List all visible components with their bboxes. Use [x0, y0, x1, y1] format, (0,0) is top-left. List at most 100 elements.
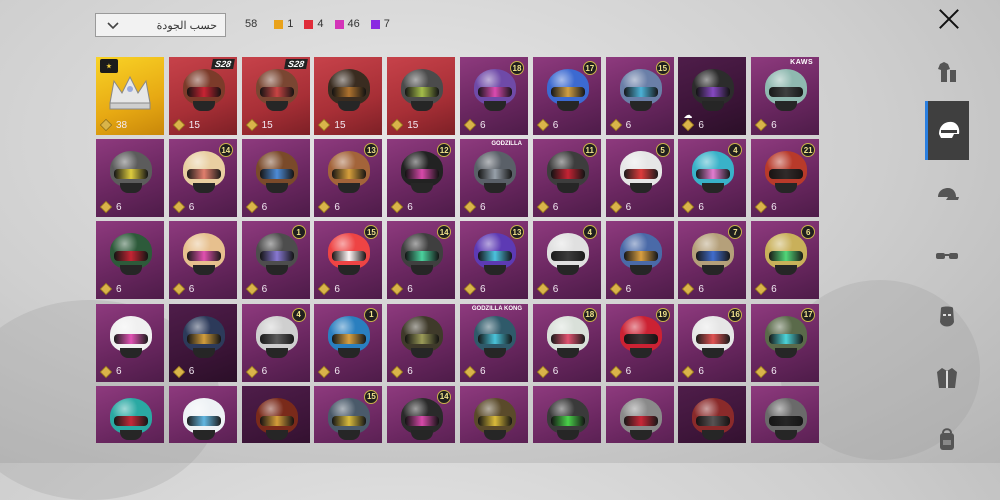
helmet-item[interactable]: 15	[387, 57, 456, 135]
helmet-item[interactable]: 16	[241, 221, 310, 300]
coin-icon	[609, 118, 622, 132]
sort-dropdown[interactable]: حسب الجودة	[95, 13, 226, 37]
coin-icon	[463, 118, 477, 132]
outfit-tab[interactable]	[925, 43, 969, 102]
hat-tab[interactable]	[925, 165, 969, 224]
helmet-icon	[938, 121, 959, 138]
helmet-item[interactable]	[241, 385, 310, 443]
helmet-icon	[108, 396, 154, 442]
helmet-item[interactable]: 18 6	[459, 57, 528, 135]
coin-icon	[755, 201, 768, 214]
coin-icon	[245, 365, 258, 378]
coin-icon	[172, 201, 185, 214]
item-cost: 6	[391, 201, 413, 214]
helmet-icon	[181, 396, 227, 442]
helmet-item[interactable]	[678, 385, 747, 443]
helmet-item[interactable]: 18 6	[532, 303, 601, 382]
helmet-item[interactable]: 15 6	[314, 221, 383, 300]
coin-icon	[318, 118, 331, 132]
coin-icon	[245, 118, 258, 132]
item-cost-value: 6	[407, 283, 413, 295]
helmet-item[interactable]: 14	[387, 385, 456, 443]
helmet-item[interactable]: 13 6	[314, 139, 383, 218]
level-badge: 4	[728, 143, 743, 158]
helmet-item[interactable]: 6	[168, 303, 237, 382]
helmet-item[interactable]: 15	[314, 57, 383, 135]
helmet-icon	[399, 396, 445, 442]
backpack-tab[interactable]	[925, 409, 969, 468]
close-icon[interactable]	[937, 7, 961, 31]
helmet-item[interactable]: 46	[532, 221, 601, 300]
helmet-item[interactable]	[532, 385, 601, 443]
level-badge: 18	[509, 61, 524, 75]
helmet-item[interactable]: GODZILLA 6	[459, 139, 528, 218]
helmet-item[interactable]: 17 6	[532, 57, 601, 135]
helmet-item[interactable]: GODZILLA KONG 6	[459, 303, 528, 382]
helmet-item[interactable]: 11 6	[532, 139, 601, 218]
helmet-item[interactable]: 76	[678, 221, 747, 300]
helmet-item[interactable]	[96, 385, 164, 443]
helmet-item[interactable]: 6	[241, 139, 310, 218]
helmet-item[interactable]: 13 6	[459, 221, 528, 300]
item-cost-value: 6	[407, 201, 413, 213]
item-cost: 6	[245, 201, 267, 214]
helmet-item[interactable]: 46	[241, 303, 310, 382]
level-badge: 4	[582, 225, 597, 240]
helmet-item[interactable]: 15	[314, 385, 383, 443]
helmet-item[interactable]: 16	[314, 303, 383, 382]
helmet-icon	[618, 396, 664, 442]
helmet-icon	[254, 67, 300, 113]
helmet-item[interactable]: 14 6	[387, 221, 456, 300]
coin-icon	[609, 365, 622, 378]
helmet-item[interactable]: 6	[96, 303, 164, 382]
helmet-item[interactable]: ☁ 6	[678, 57, 747, 135]
item-cost-value: 6	[479, 119, 486, 131]
helmet-item[interactable]: 56	[605, 139, 674, 218]
helmet-tab[interactable]	[925, 101, 969, 160]
helmet-item[interactable]: 6	[387, 303, 456, 382]
helmet-item[interactable]: S28 15	[241, 57, 310, 135]
coin-icon	[536, 201, 549, 214]
helmet-item[interactable]: 17 6	[751, 303, 819, 382]
helmet-item[interactable]: 21 6	[751, 139, 819, 218]
helmet-icon	[545, 231, 591, 277]
mask-tab[interactable]	[925, 287, 969, 346]
collab-tag: GODZILLA	[491, 141, 522, 148]
helmet-item[interactable]: 6	[96, 221, 164, 300]
helmet-item[interactable]: ★ 38	[96, 57, 164, 135]
item-cost-value: 38	[116, 119, 128, 131]
helmet-item[interactable]: S28 15	[168, 57, 237, 135]
helmet-icon	[690, 231, 736, 277]
helmet-item[interactable]: 6	[605, 221, 674, 300]
helmet-item[interactable]: 46	[678, 139, 747, 218]
helmet-item[interactable]: 14 6	[168, 139, 237, 218]
item-cost-value: 6	[698, 201, 704, 213]
coin-icon	[245, 201, 258, 214]
jacket-tab[interactable]	[925, 348, 969, 407]
item-cost: 15	[172, 118, 200, 132]
glasses-tab[interactable]	[925, 226, 969, 285]
coin-icon	[99, 365, 113, 378]
helmet-item[interactable]: 16 6	[678, 303, 747, 382]
helmet-item[interactable]: 12 6	[387, 139, 456, 218]
coin-icon	[318, 201, 331, 214]
helmet-icon	[763, 396, 809, 442]
level-badge: 16	[728, 307, 743, 322]
helmet-item[interactable]: 19 6	[605, 303, 674, 382]
collab-tag: S28	[283, 59, 308, 69]
helmet-item[interactable]: 6	[96, 139, 164, 218]
helmet-item[interactable]	[168, 385, 237, 443]
helmet-item[interactable]: 15 6	[605, 57, 674, 135]
quality-swatch	[274, 19, 284, 29]
item-cost: 6	[536, 118, 558, 132]
quality-count-value: 46	[347, 18, 360, 30]
coin-icon	[682, 283, 695, 296]
item-cost: 6	[755, 118, 777, 132]
helmet-item[interactable]: 6	[168, 221, 237, 300]
quality-swatch	[370, 19, 380, 29]
helmet-item[interactable]	[751, 385, 819, 443]
helmet-item[interactable]: 66	[751, 221, 819, 300]
helmet-item[interactable]	[459, 385, 528, 443]
helmet-item[interactable]	[605, 385, 674, 443]
helmet-item[interactable]: KAWS 6	[751, 57, 819, 135]
